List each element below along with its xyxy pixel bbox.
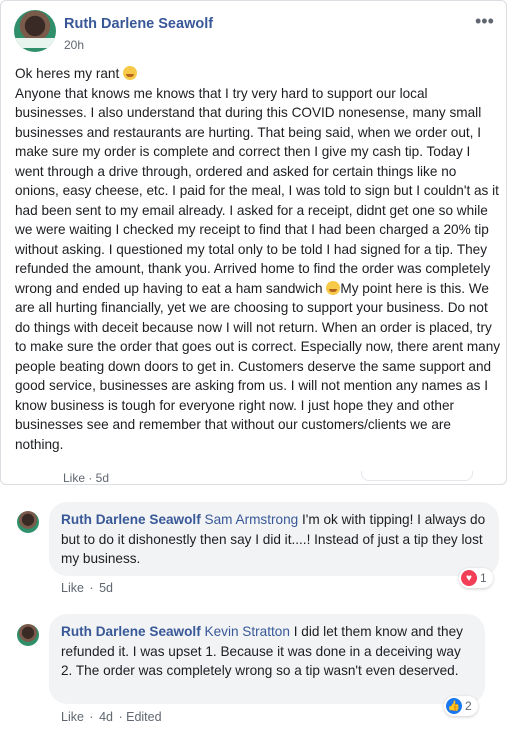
- post-text-line: Anyone that knows me knows that I try ve…: [15, 85, 499, 296]
- meta-separator: ·: [89, 581, 94, 595]
- like-link[interactable]: Like: [61, 581, 84, 595]
- comment-age[interactable]: 4d: [99, 710, 113, 724]
- reaction-bar-partial: [361, 471, 473, 481]
- grimace-emoji-icon: [123, 66, 138, 80]
- comment-meta: Like · 4d · Edited: [61, 710, 164, 724]
- post-timestamp[interactable]: 20h: [64, 38, 84, 52]
- comment-mention[interactable]: Sam Armstrong: [205, 512, 299, 527]
- edited-label[interactable]: · Edited: [118, 710, 161, 724]
- comment-author[interactable]: Ruth Darlene Seawolf: [61, 512, 201, 527]
- comment-age[interactable]: 5d: [99, 581, 113, 595]
- post-footer-partial: Like · 5d: [1, 471, 506, 484]
- comment-avatar[interactable]: [17, 511, 39, 533]
- author-avatar[interactable]: [14, 10, 56, 52]
- comment-avatar[interactable]: [17, 624, 39, 646]
- post-text-line: My point here is this. We are all hurtin…: [15, 280, 501, 452]
- post-like-age[interactable]: Like · 5d: [63, 471, 109, 484]
- post-card: Ruth Darlene Seawolf 20h ••• Ok heres my…: [0, 0, 507, 485]
- reaction-count: 2: [465, 699, 472, 713]
- thumbs-up-icon: 👍: [446, 698, 462, 714]
- comment-reactions[interactable]: ♥ 1: [459, 568, 493, 588]
- more-options-icon[interactable]: •••: [475, 11, 494, 32]
- comment-author[interactable]: Ruth Darlene Seawolf: [61, 624, 201, 639]
- comment-bubble: Ruth Darlene Seawolf Sam Armstrong I'm o…: [49, 502, 499, 576]
- grinning-emoji-icon: [326, 280, 341, 295]
- avatar-band: [14, 38, 56, 48]
- comment-meta: Like · 5d: [61, 581, 115, 595]
- like-link[interactable]: Like: [61, 710, 84, 724]
- comment-reactions[interactable]: 👍 2: [444, 696, 478, 716]
- post-text-line: Ok heres my rant: [15, 66, 120, 81]
- comment-mention[interactable]: Kevin Stratton: [205, 624, 290, 639]
- reaction-count: 1: [480, 571, 487, 585]
- post-author-name[interactable]: Ruth Darlene Seawolf: [64, 16, 213, 32]
- heart-icon: ♥: [461, 570, 477, 586]
- comment-bubble: Ruth Darlene Seawolf Kevin Stratton I di…: [49, 614, 485, 704]
- meta-separator: ·: [89, 710, 94, 724]
- post-text: Ok heres my rant Anyone that knows me kn…: [15, 64, 501, 454]
